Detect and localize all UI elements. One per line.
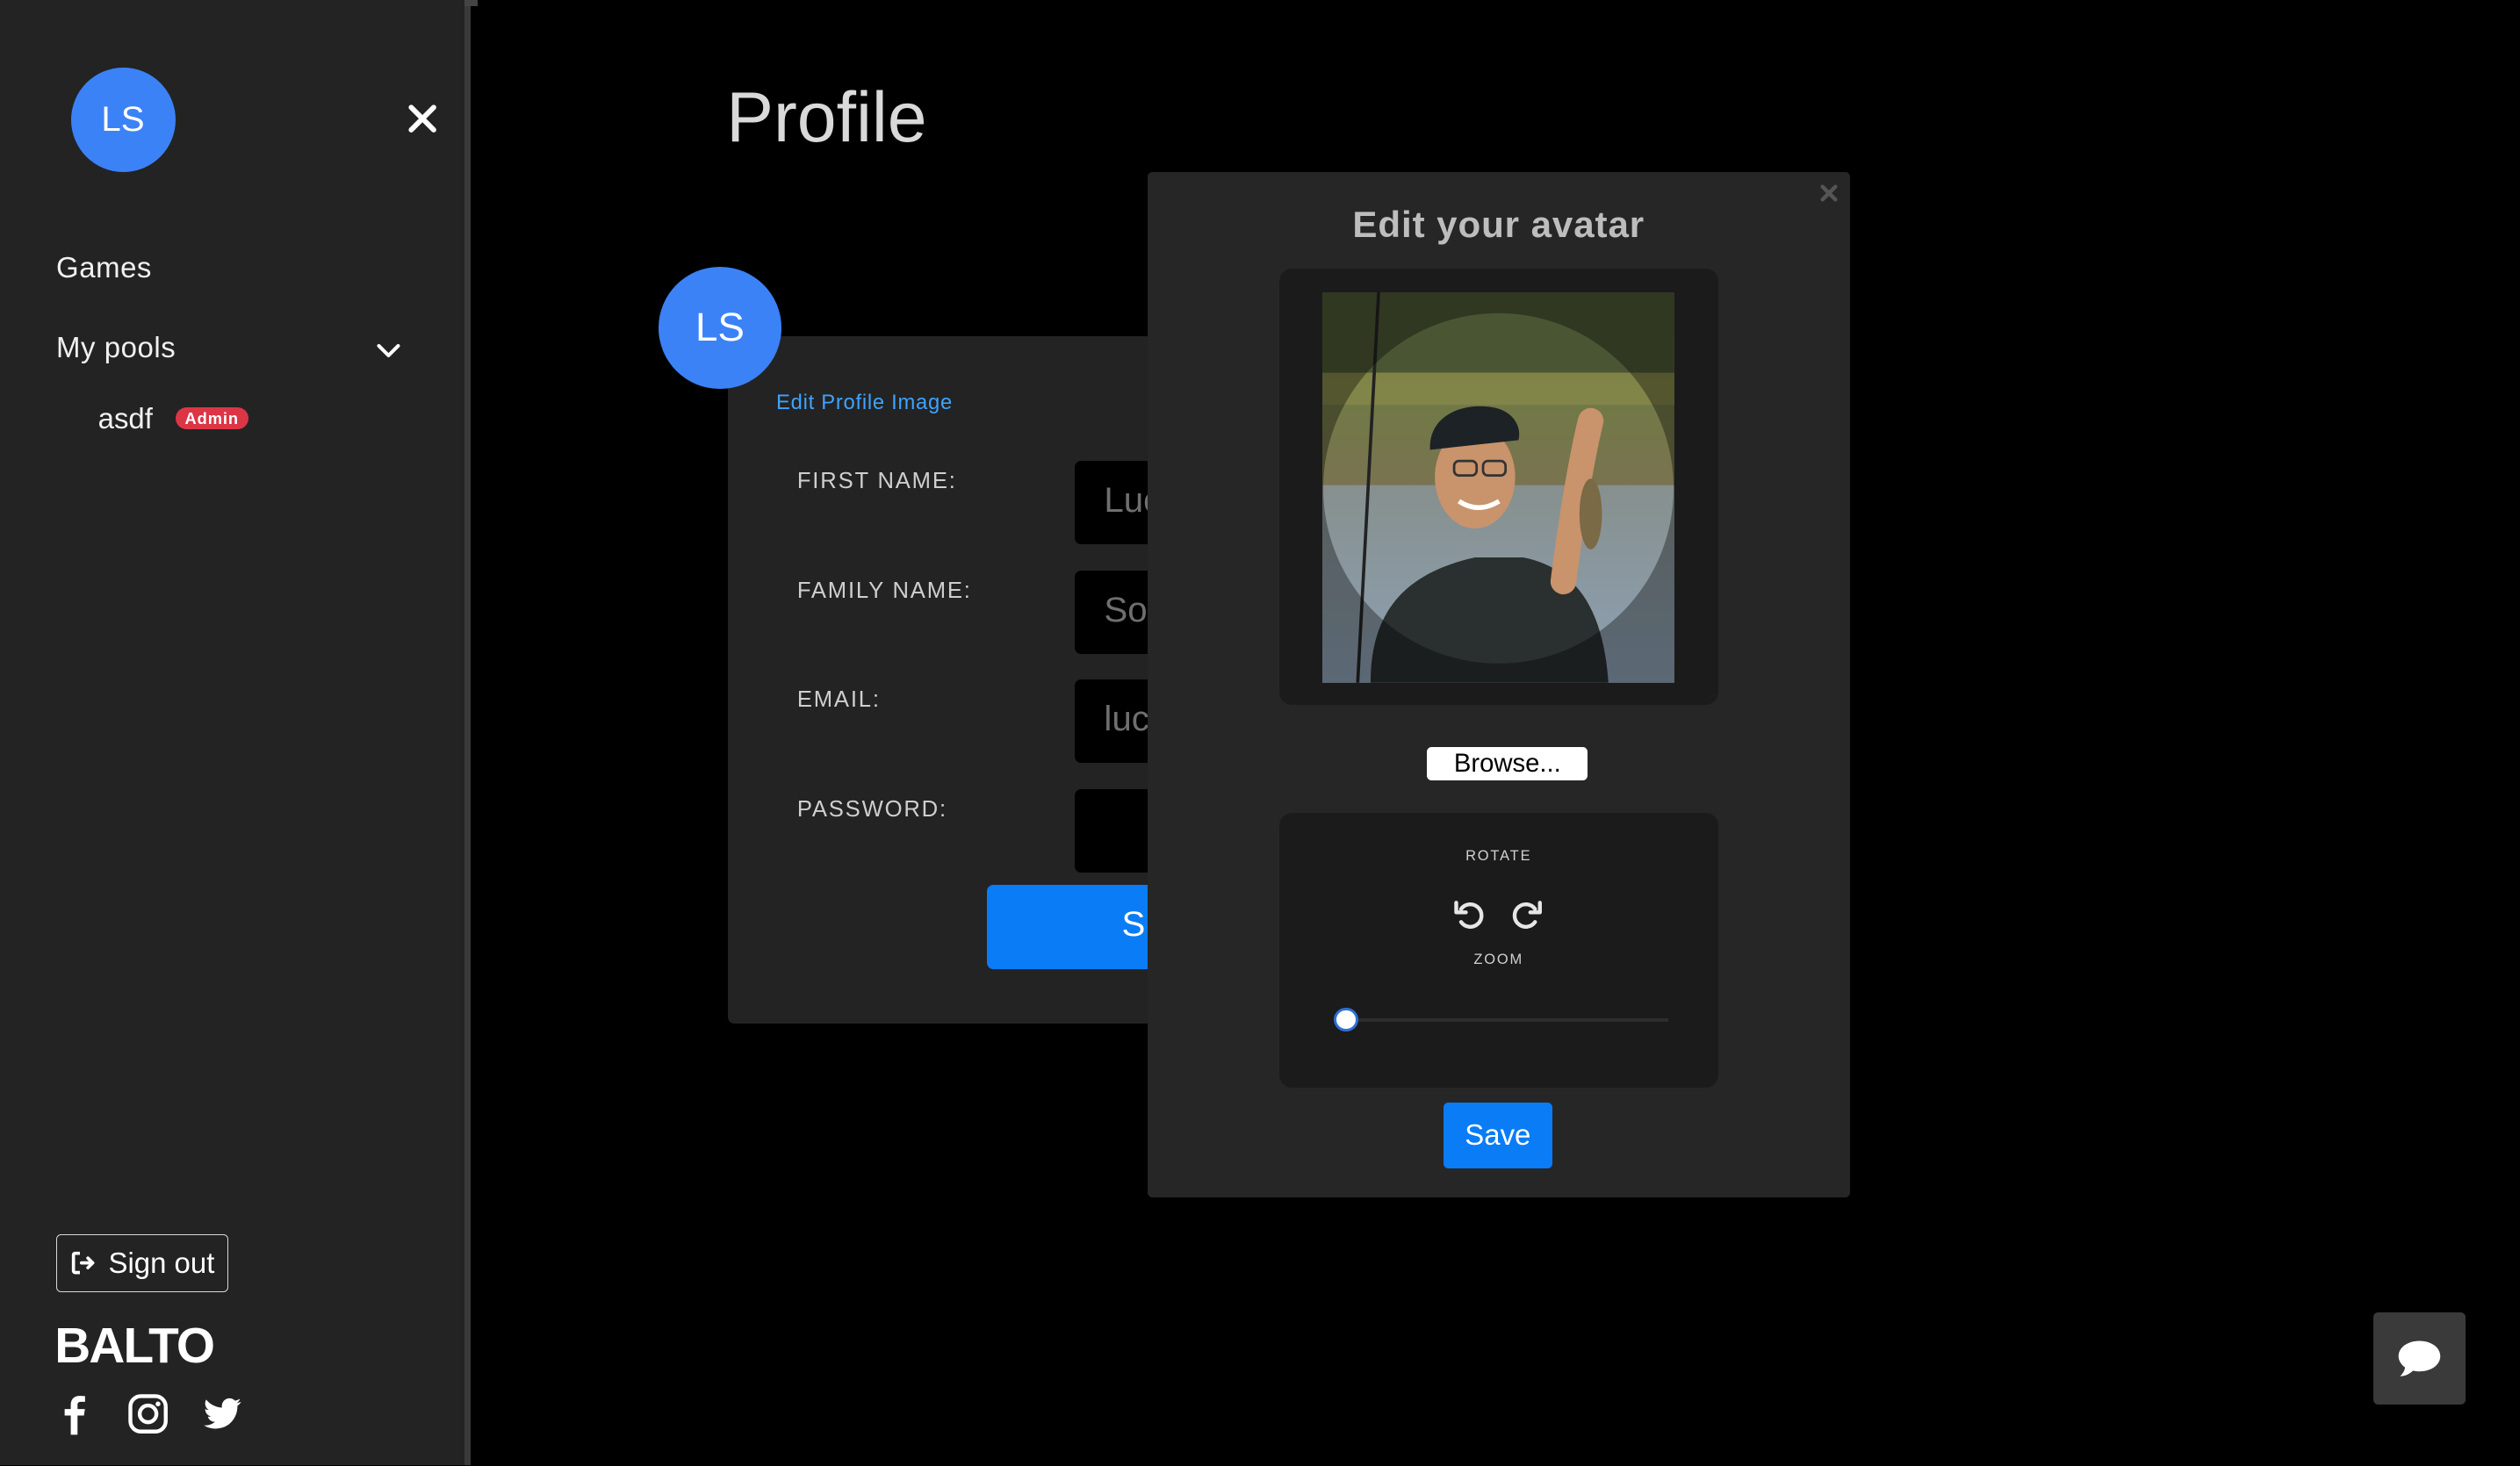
crop-area[interactable]	[1278, 268, 1718, 706]
nav-games[interactable]: Games	[56, 251, 152, 284]
chat-button[interactable]	[2373, 1312, 2466, 1405]
profile-submit-label: S	[1121, 904, 1146, 945]
sign-out-label: Sign out	[108, 1246, 215, 1279]
sign-out-button[interactable]: Sign out	[56, 1233, 228, 1292]
pool-item[interactable]: asdf Admin	[98, 402, 248, 435]
avatar-controls: ROTATE ZOOM	[1278, 813, 1718, 1089]
twitter-icon[interactable]	[199, 1391, 244, 1436]
email-value: luc	[1104, 699, 1149, 739]
pool-name: asdf	[97, 401, 153, 435]
close-icon[interactable]	[1819, 183, 1839, 203]
chevron-down-icon[interactable]	[374, 336, 403, 365]
chat-bubble-icon	[2398, 1340, 2441, 1376]
social-links	[52, 1391, 245, 1436]
profile-avatar: LS	[659, 266, 781, 389]
instagram-icon[interactable]	[126, 1391, 170, 1436]
zoom-slider-thumb[interactable]	[1334, 1007, 1358, 1032]
sidebar-edge	[464, 0, 478, 7]
facebook-icon[interactable]	[52, 1391, 97, 1436]
admin-badge: Admin	[175, 406, 248, 430]
nav-my-pools[interactable]: My pools	[56, 331, 176, 364]
page-title: Profile	[726, 77, 927, 157]
rotate-right-icon[interactable]	[1509, 896, 1544, 931]
profile-avatar-initials: LS	[695, 305, 745, 350]
sign-out-icon	[71, 1251, 95, 1275]
sidebar: LS Games My pools asdf Admin Sign out BA…	[0, 0, 472, 1466]
close-icon[interactable]	[405, 101, 440, 136]
first-name-label: FIRST NAME:	[796, 469, 957, 494]
save-button[interactable]: Save	[1443, 1102, 1553, 1168]
rotate-label: ROTATE	[1465, 848, 1532, 865]
edit-avatar-modal: Edit your avatar Browse... ROTATE ZOOM S…	[1147, 171, 1850, 1197]
zoom-slider-track[interactable]	[1346, 1018, 1668, 1023]
browse-button[interactable]: Browse...	[1427, 747, 1588, 781]
avatar-initials: LS	[101, 99, 145, 140]
avatar[interactable]: LS	[70, 67, 176, 172]
balto-logo[interactable]: BALTO	[54, 1318, 215, 1375]
modal-title: Edit your avatar	[1352, 204, 1645, 246]
avatar-photo[interactable]	[1322, 292, 1675, 683]
family-name-value: So	[1104, 589, 1148, 629]
email-label: EMAIL:	[796, 687, 881, 713]
edit-profile-image-link[interactable]: Edit Profile Image	[776, 391, 953, 415]
photo-image	[1322, 292, 1675, 683]
password-label: PASSWORD:	[796, 796, 947, 822]
profile-submit-button[interactable]: S	[986, 885, 1164, 969]
zoom-label: ZOOM	[1473, 951, 1524, 967]
family-name-label: FAMILY NAME:	[796, 578, 972, 603]
rotate-left-icon[interactable]	[1451, 896, 1487, 931]
